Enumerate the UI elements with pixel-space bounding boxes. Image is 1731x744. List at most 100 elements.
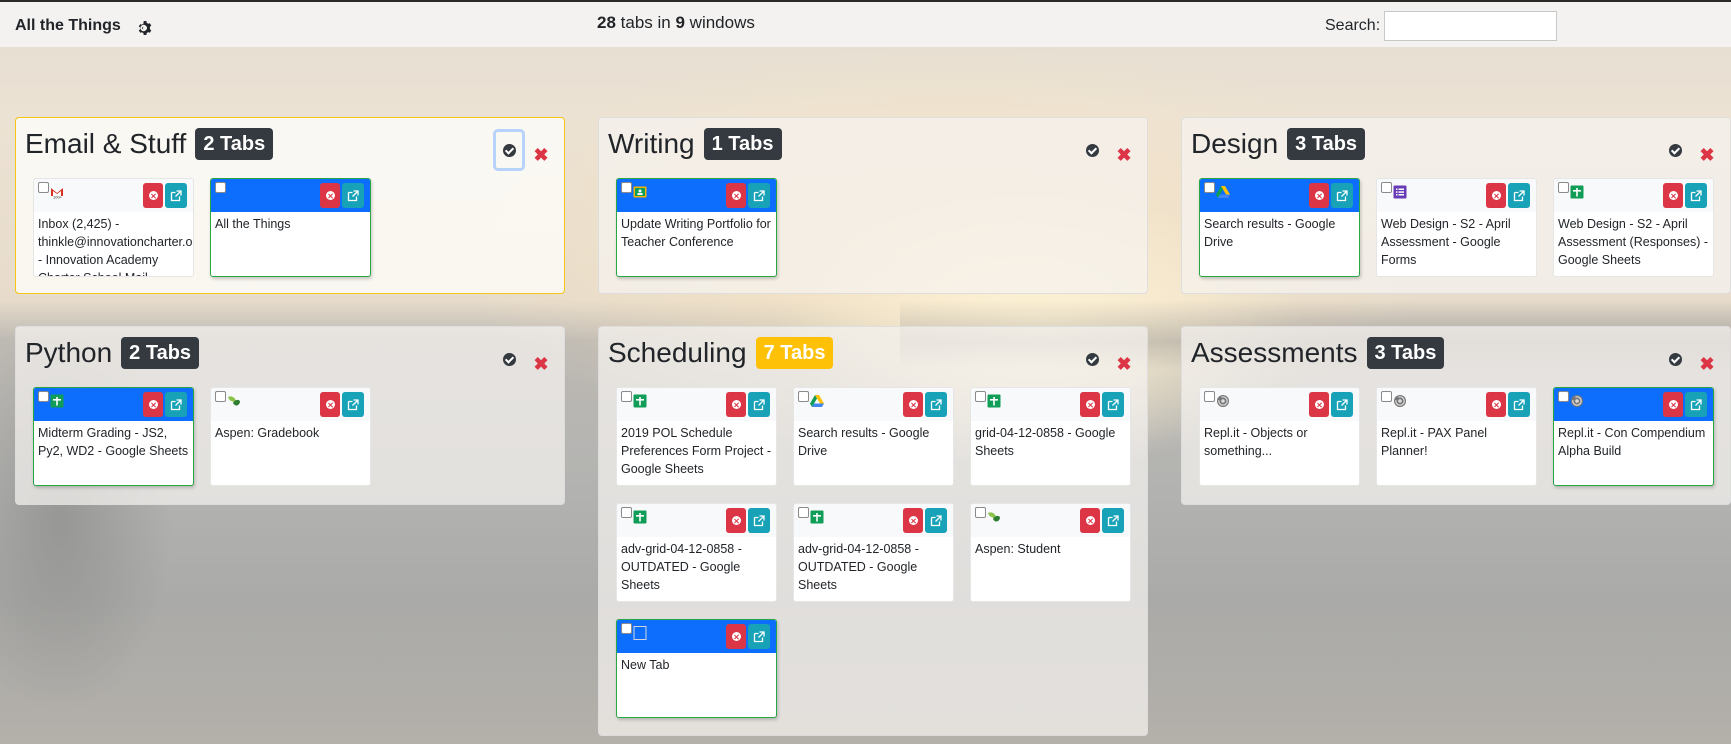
window-name[interactable]: Design [1191, 127, 1278, 161]
open-tab-button[interactable] [748, 624, 770, 649]
tab-select-checkbox[interactable] [215, 391, 226, 402]
open-tab-button[interactable] [342, 392, 364, 417]
tab-card[interactable]: 2019 POL Schedule Preferences Form Proje… [616, 387, 777, 486]
open-tab-button[interactable] [1102, 392, 1124, 417]
tab-select-checkbox[interactable] [621, 623, 632, 634]
close-tab-button[interactable] [320, 183, 340, 208]
search-input[interactable] [1384, 11, 1557, 41]
tab-window-summary: 28 tabs in 9 windows [597, 13, 755, 33]
tab-select-checkbox[interactable] [1558, 391, 1569, 402]
tab-card[interactable]: Repl.it - Objects or something... [1199, 387, 1360, 486]
open-tab-button[interactable] [748, 392, 770, 417]
open-tab-button[interactable] [1508, 183, 1530, 208]
tab-card[interactable]: adv-grid-04-12-0858 - OUTDATED - Google … [616, 503, 777, 602]
tab-card[interactable]: Search results - Google Drive [1199, 178, 1360, 277]
close-tab-button[interactable] [903, 508, 923, 533]
tab-card[interactable]: 100+ Inbox (2,425) - thinkle@innovationc… [33, 178, 194, 277]
open-tab-button[interactable] [165, 392, 187, 417]
open-tab-button[interactable] [1102, 508, 1124, 533]
tab-card[interactable]: grid-04-12-0858 - Google Sheets [970, 387, 1131, 486]
window-name[interactable]: Email & Stuff [25, 127, 186, 161]
close-tab-button[interactable] [143, 392, 163, 417]
open-tab-button[interactable] [1331, 392, 1353, 417]
tab-select-checkbox[interactable] [621, 182, 632, 193]
open-tab-button[interactable] [748, 508, 770, 533]
tab-select-checkbox[interactable] [621, 507, 632, 518]
tab-card[interactable]: Midterm Grading - JS2, Py2, WD2 - Google… [33, 387, 194, 486]
close-window-button[interactable]: ✖ [533, 355, 549, 373]
tab-select-checkbox[interactable] [1204, 182, 1215, 193]
open-tab-button[interactable] [1685, 183, 1707, 208]
open-tab-button[interactable] [925, 508, 947, 533]
open-tab-button[interactable] [1508, 392, 1530, 417]
tab-select-checkbox[interactable] [1204, 391, 1215, 402]
tab-count-badge: 7 Tabs [755, 337, 834, 369]
window-panel: Python 2 Tabs ✖ Midterm Grading - JS2, P… [15, 326, 565, 505]
open-tab-button[interactable] [925, 392, 947, 417]
tab-select-checkbox[interactable] [38, 391, 49, 402]
tab-card[interactable]: All the Things [210, 178, 371, 277]
tab-select-checkbox[interactable] [215, 182, 226, 193]
close-tab-button[interactable] [726, 624, 746, 649]
tab-card[interactable]: adv-grid-04-12-0858 - OUTDATED - Google … [793, 503, 954, 602]
tabs-in-text: tabs in [615, 13, 676, 32]
tab-select-checkbox[interactable] [1381, 391, 1392, 402]
tab-card[interactable]: New Tab [616, 619, 777, 718]
close-window-button[interactable]: ✖ [1116, 146, 1132, 164]
select-all-tabs-button[interactable] [1659, 129, 1691, 171]
window-name[interactable]: Assessments [1191, 336, 1358, 370]
gear-icon[interactable] [137, 20, 153, 36]
close-tab-button[interactable] [1309, 183, 1329, 208]
tab-card-header [211, 388, 370, 421]
select-all-tabs-button[interactable] [1076, 338, 1108, 380]
close-tab-button[interactable] [1486, 392, 1506, 417]
tab-select-checkbox[interactable] [798, 507, 809, 518]
close-tab-button[interactable] [143, 183, 163, 208]
open-tab-button[interactable] [1685, 392, 1707, 417]
open-tab-button[interactable] [342, 183, 364, 208]
tab-select-checkbox[interactable] [38, 182, 49, 193]
tab-title: Inbox (2,425) - thinkle@innovationcharte… [38, 217, 193, 276]
open-tab-button[interactable] [748, 183, 770, 208]
close-tab-button[interactable] [1080, 392, 1100, 417]
window-name[interactable]: Python [25, 336, 112, 370]
close-tab-button[interactable] [903, 392, 923, 417]
tab-card[interactable]: Repl.it - Con Compendium Alpha Build [1553, 387, 1714, 486]
select-all-tabs-button[interactable] [1076, 129, 1108, 171]
close-tab-button[interactable] [1080, 508, 1100, 533]
open-tab-button[interactable] [1331, 183, 1353, 208]
select-all-tabs-button[interactable] [1659, 338, 1691, 380]
tab-card[interactable]: Update Writing Portfolio for Teacher Con… [616, 178, 777, 277]
close-circle-icon [731, 516, 741, 525]
tab-select-checkbox[interactable] [1558, 182, 1569, 193]
select-all-tabs-button[interactable] [493, 338, 525, 380]
window-name[interactable]: Scheduling [608, 336, 747, 370]
close-window-button[interactable]: ✖ [1699, 355, 1715, 373]
tab-select-checkbox[interactable] [621, 391, 632, 402]
close-window-button[interactable]: ✖ [533, 146, 549, 164]
tab-select-checkbox[interactable] [798, 391, 809, 402]
tab-card[interactable]: Repl.it - PAX Panel Planner! [1376, 387, 1537, 486]
close-tab-button[interactable] [1309, 392, 1329, 417]
window-name[interactable]: Writing [608, 127, 695, 161]
tab-card[interactable]: Search results - Google Drive [793, 387, 954, 486]
tab-card[interactable]: Web Design - S2 - April Assessment (Resp… [1553, 178, 1714, 277]
tab-card-header [1200, 179, 1359, 212]
open-tab-button[interactable] [165, 183, 187, 208]
close-tab-button[interactable] [1663, 183, 1683, 208]
tab-select-checkbox[interactable] [1381, 182, 1392, 193]
tab-card[interactable]: Web Design - S2 - April Assessment - Goo… [1376, 178, 1537, 277]
tab-card[interactable]: Aspen: Student [970, 503, 1131, 602]
close-window-button[interactable]: ✖ [1116, 355, 1132, 373]
close-tab-button[interactable] [726, 508, 746, 533]
tab-select-checkbox[interactable] [975, 507, 986, 518]
tab-select-checkbox[interactable] [975, 391, 986, 402]
close-window-button[interactable]: ✖ [1699, 146, 1715, 164]
close-tab-button[interactable] [1486, 183, 1506, 208]
close-tab-button[interactable] [1663, 392, 1683, 417]
close-tab-button[interactable] [726, 183, 746, 208]
tab-card[interactable]: Aspen: Gradebook [210, 387, 371, 486]
close-tab-button[interactable] [320, 392, 340, 417]
select-all-tabs-button[interactable] [493, 129, 525, 171]
close-tab-button[interactable] [726, 392, 746, 417]
